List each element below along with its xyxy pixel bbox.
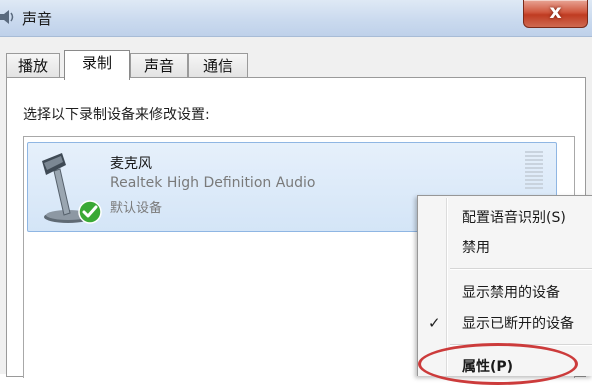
window-title: 声音 [22, 10, 53, 28]
level-meter [525, 151, 543, 191]
close-button[interactable]: x [523, 0, 588, 28]
tab-playback[interactable]: 播放 [6, 53, 60, 77]
menu-separator [450, 268, 592, 270]
instruction-text: 选择以下录制设备来修改设置: [23, 107, 210, 123]
speaker-icon [0, 10, 14, 24]
menu-item-configure-speech[interactable]: 配置语音识别(S) [462, 207, 566, 227]
highlight-oval [418, 343, 578, 385]
menu-item-show-disabled[interactable]: 显示禁用的设备 [462, 282, 560, 302]
device-description: Realtek High Definition Audio [110, 175, 316, 191]
menu-item-disable[interactable]: 禁用 [462, 237, 490, 257]
tab-sounds[interactable]: 声音 [130, 53, 188, 77]
title-bar[interactable]: 声音 x [0, 0, 592, 37]
green-check-icon [78, 200, 102, 224]
tab-communications[interactable]: 通信 [188, 53, 248, 77]
check-icon: ✓ [428, 314, 441, 332]
close-icon: x [549, 1, 562, 23]
device-name: 麦克风 [110, 156, 152, 172]
menu-item-show-disconnected[interactable]: 显示已断开的设备 [462, 313, 574, 333]
tab-recording[interactable]: 录制 [64, 50, 130, 80]
device-status: 默认设备 [110, 201, 163, 216]
